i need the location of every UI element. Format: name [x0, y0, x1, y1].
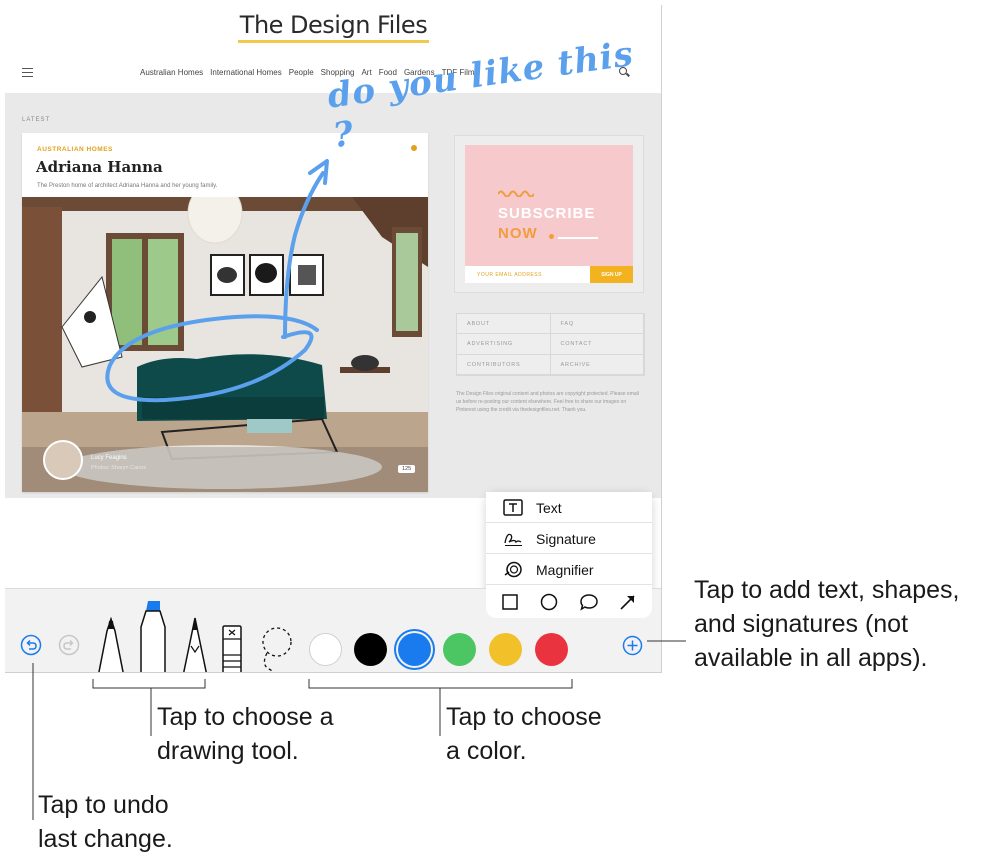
footer-link-advertising[interactable]: ADVERTISING — [457, 334, 551, 355]
feature-dot — [411, 145, 417, 151]
callout-add: Tap to add text, shapes, and signatures … — [694, 573, 959, 675]
popover-label-magnifier: Magnifier — [536, 562, 594, 578]
photo-side-window-pane — [396, 233, 418, 331]
subscribe-email-input[interactable]: YOUR EMAIL ADDRESS — [465, 266, 590, 283]
subscribe-ad-dot — [549, 234, 554, 239]
feature-title[interactable]: Adriana Hanna — [36, 158, 163, 176]
feature-category[interactable]: AUSTRALIAN HOMES — [37, 146, 113, 153]
color-swatch-blue[interactable] — [398, 633, 431, 666]
footer-link-archive[interactable]: ARCHIVE — [550, 354, 644, 375]
site-body: LATEST AUSTRALIAN HOMES Adriana Hanna Th… — [5, 93, 661, 498]
callout-add-line-1: Tap to add text, shapes, — [694, 576, 960, 604]
photo-art-1-mark — [217, 267, 237, 283]
author-role: Photos: Sharyn Cairns — [91, 465, 147, 471]
popover-label-text: Text — [536, 500, 562, 516]
callout-undo-line-2: last change. — [38, 825, 173, 853]
nav-item-international-homes[interactable]: International Homes — [210, 68, 282, 77]
magnifier-icon — [504, 561, 522, 578]
photo-sofa-base — [142, 397, 324, 419]
callout-color-line-1: Tap to choose — [446, 703, 602, 731]
marker-icon[interactable] — [138, 599, 168, 673]
callout-add-line-2: and signatures (not — [694, 610, 909, 638]
popover-item-text[interactable]: Text — [486, 492, 652, 523]
photo-window-pane-right — [148, 239, 178, 345]
subscribe-ad-panel: SUBSCRIBE NOW — [465, 145, 633, 273]
circle-icon[interactable] — [539, 592, 559, 612]
photo-floor-lamp-dot — [84, 311, 96, 323]
callout-tool-line-1: Tap to choose a — [157, 703, 334, 731]
pencil-icon[interactable] — [181, 616, 209, 673]
color-swatch-white[interactable] — [309, 633, 342, 666]
feature-card[interactable]: AUSTRALIAN HOMES Adriana Hanna The Prest… — [22, 133, 428, 492]
site-logo[interactable]: The Design Files — [5, 11, 661, 43]
lasso-icon[interactable] — [257, 625, 293, 673]
signature-icon — [504, 533, 522, 546]
author-avatar[interactable] — [43, 440, 83, 480]
footer-link-about[interactable]: ABOUT — [457, 314, 551, 335]
pen-icon[interactable] — [96, 617, 126, 673]
photo-art-3-mark — [298, 265, 316, 285]
photo-plant-pot — [351, 355, 379, 371]
callout-color: Tap to choose a color. — [446, 700, 602, 768]
color-swatch-green[interactable] — [443, 633, 476, 666]
callout-undo: Tap to undo last change. — [38, 788, 173, 855]
footer-link-contact[interactable]: CONTACT — [550, 334, 644, 355]
feature-excerpt: The Preston home of architect Adriana Ha… — [37, 183, 218, 189]
color-swatch-red[interactable] — [535, 633, 568, 666]
undo-icon[interactable] — [20, 634, 42, 656]
sign-up-button[interactable]: SIGN UP — [590, 266, 633, 283]
photo-art-2-mark — [255, 263, 277, 283]
site-logo-text: The Design Files — [237, 11, 430, 43]
popover-shape-row — [486, 586, 652, 618]
latest-label: LATEST — [22, 117, 51, 123]
photo-table-books — [247, 419, 292, 433]
author-name: Lucy Feagins — [91, 455, 127, 461]
color-swatch-yellow[interactable] — [489, 633, 522, 666]
callout-tool-line-2: drawing tool. — [157, 737, 299, 765]
copyright-notice: The Design Files original content and ph… — [456, 391, 639, 413]
square-icon[interactable] — [500, 592, 520, 612]
speech-bubble-icon[interactable] — [579, 592, 599, 612]
redo-icon[interactable] — [58, 634, 80, 656]
add-shape-popover: Text Signature Magnifier — [486, 492, 652, 618]
popover-label-signature: Signature — [536, 531, 596, 547]
photo-door-frame — [22, 207, 62, 427]
callout-bracket-color — [308, 679, 573, 689]
subscribe-ad-line2: NOW — [498, 225, 538, 242]
arrow-icon[interactable] — [618, 592, 638, 612]
footer-links: ABOUT FAQ ADVERTISING CONTACT CONTRIBUTO… — [456, 313, 645, 376]
photo-shade — [22, 447, 428, 492]
color-swatch-black[interactable] — [354, 633, 387, 666]
add-icon[interactable] — [622, 635, 643, 656]
footer-link-faq[interactable]: FAQ — [550, 314, 644, 335]
footer-link-contributors[interactable]: CONTRIBUTORS — [457, 354, 551, 375]
subscribe-ad-rule — [558, 237, 598, 239]
wave-icon — [498, 190, 534, 197]
callout-undo-line-1: Tap to undo — [38, 791, 169, 819]
callout-tool: Tap to choose a drawing tool. — [157, 700, 334, 768]
nav-item-people[interactable]: People — [289, 68, 314, 77]
ipad-screen: The Design Files Australian Homes Intern… — [5, 5, 662, 673]
subscribe-ad: SUBSCRIBE NOW YOUR EMAIL ADDRESS SIGN UP — [454, 135, 644, 293]
photo-count-badge[interactable]: 125 — [398, 465, 416, 473]
hamburger-menu-icon[interactable] — [22, 68, 33, 77]
callout-color-line-2: a color. — [446, 737, 527, 765]
subscribe-ad-line1: SUBSCRIBE — [498, 205, 596, 222]
feature-photo[interactable] — [22, 197, 428, 492]
nav-item-australian-homes[interactable]: Australian Homes — [140, 68, 203, 77]
popover-item-signature[interactable]: Signature — [486, 523, 652, 554]
callout-bracket-tool — [92, 679, 206, 689]
photo-window-pane-left — [112, 239, 142, 345]
eraser-icon[interactable] — [222, 625, 242, 673]
callout-add-line-3: available in all apps). — [694, 644, 928, 672]
popover-item-magnifier[interactable]: Magnifier — [486, 554, 652, 585]
text-box-icon — [503, 499, 523, 516]
